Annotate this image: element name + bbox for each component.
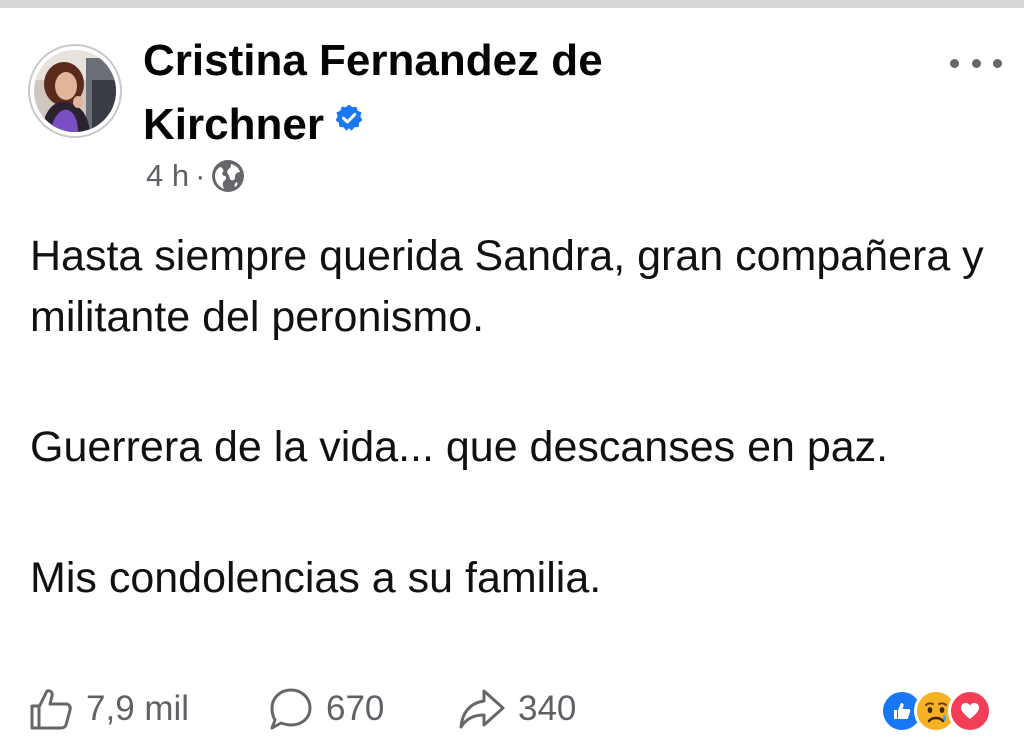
share-button[interactable]: 340 bbox=[458, 686, 576, 732]
comment-count: 670 bbox=[326, 689, 385, 728]
globe-icon[interactable] bbox=[211, 159, 245, 193]
avatar-photo bbox=[34, 50, 116, 132]
more-dot bbox=[971, 58, 981, 68]
post-timestamp[interactable]: 4 h bbox=[146, 158, 189, 194]
meta-separator: · bbox=[195, 158, 206, 193]
feed-divider bbox=[0, 0, 1024, 8]
like-count: 7,9 mil bbox=[86, 689, 190, 728]
post-paragraph: Hasta siempre querida Sandra, gran compa… bbox=[30, 232, 984, 341]
post-actions: 7,9 mil 670 340 bbox=[28, 686, 576, 732]
more-options-button[interactable] bbox=[950, 48, 1002, 78]
post-meta: 4 h · bbox=[146, 158, 245, 194]
post-card: Cristina Fernandez de Kirchner 4 h · Has… bbox=[0, 8, 1024, 747]
more-dot bbox=[950, 58, 959, 68]
post-author[interactable]: Cristina Fernandez de Kirchner bbox=[143, 32, 763, 154]
post-paragraph: Guerrera de la vida... que descanses en … bbox=[30, 423, 889, 471]
like-button[interactable]: 7,9 mil bbox=[28, 686, 268, 732]
reaction-summary[interactable] bbox=[880, 689, 992, 733]
author-name[interactable]: Cristina Fernandez de Kirchner bbox=[143, 36, 603, 149]
avatar-image bbox=[34, 50, 116, 132]
post-text: Hasta siempre querida Sandra, gran compa… bbox=[30, 226, 990, 608]
share-count: 340 bbox=[518, 689, 577, 728]
author-avatar[interactable] bbox=[28, 44, 122, 138]
love-reaction-icon bbox=[948, 689, 992, 733]
verified-badge-icon bbox=[334, 90, 364, 131]
comment-button[interactable]: 670 bbox=[268, 686, 458, 732]
share-arrow-icon bbox=[458, 686, 506, 732]
post-paragraph: Mis condolencias a su familia. bbox=[30, 553, 602, 602]
comment-bubble-icon bbox=[268, 686, 314, 732]
thumbs-up-icon bbox=[28, 686, 74, 732]
more-dot bbox=[993, 58, 1002, 68]
